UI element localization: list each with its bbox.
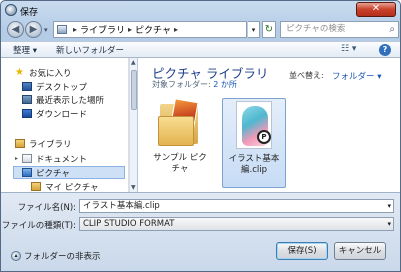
library-icon — [15, 139, 25, 148]
scroll-up-icon[interactable]: ▲ — [131, 59, 136, 66]
chevron-down-icon: ▾ — [251, 26, 256, 34]
downloads-icon — [22, 109, 32, 118]
filetype-select[interactable]: CLIP STUDIO FORMAT ▾ — [79, 217, 394, 231]
filename-label: ファイル名(N): — [17, 203, 76, 213]
chevron-down-icon: ▾ — [387, 220, 391, 228]
save-form: ファイル名(N): イラスト基本編.clip ▾ ファイルの種類(T): CLI… — [1, 192, 400, 271]
filename-field[interactable]: イラスト基本編.clip ▾ — [79, 199, 394, 213]
address-dropdown-button[interactable]: ▾ — [248, 21, 260, 38]
help-icon[interactable]: ? — [379, 44, 391, 56]
organize-menu[interactable]: 整理 ▾ — [13, 44, 37, 56]
scrollbar-thumb[interactable] — [131, 70, 137, 110]
library-locations-label: 対象フォルダー: — [152, 80, 214, 89]
sidebar-item-pictures[interactable]: ピクチャ — [13, 166, 125, 179]
collapse-icon: ▴ — [11, 251, 21, 261]
library-locations-link[interactable]: 2 か所 — [213, 80, 237, 89]
sidebar-item-label: ドキュメント — [36, 154, 88, 165]
star-icon: ★ — [15, 67, 24, 78]
breadcrumb-separator[interactable]: ▸ — [174, 25, 178, 34]
new-folder-button[interactable]: 新しいフォルダー — [56, 44, 124, 56]
hide-folders-label: フォルダーの非表示 — [24, 252, 101, 262]
sidebar-item-recent-places[interactable]: 最近表示した場所 — [22, 93, 104, 106]
filetype-label: ファイルの種類(T): — [1, 221, 76, 231]
clip-studio-badge-icon: P — [257, 130, 271, 144]
navigation-pane: ★ お気に入り デスクトップ 最近表示した場所 ダウンロード ライブラリ ▸ ド… — [1, 58, 129, 192]
filename-value: イラスト基本編.clip — [83, 201, 160, 211]
close-button[interactable]: ✕ — [356, 2, 396, 17]
sidebar-item-libraries[interactable]: ライブラリ — [15, 137, 72, 150]
sidebar-item-desktop[interactable]: デスクトップ — [22, 80, 87, 93]
window-title: 保存 — [20, 8, 39, 18]
breadcrumb-separator[interactable]: ▸ — [73, 25, 77, 34]
file-list-pane: ピクチャ ライブラリ 対象フォルダー: 2 か所 並べ替え: フォルダー ▾ サ… — [138, 58, 400, 192]
recent-pages-dropdown[interactable]: ▾ — [44, 26, 48, 34]
close-icon: ✕ — [371, 3, 381, 14]
sidebar-item-documents[interactable]: ▸ ドキュメント — [15, 152, 87, 165]
expand-arrow-icon[interactable]: ▸ — [15, 155, 18, 162]
desktop-icon — [22, 82, 32, 91]
folder-front-icon — [158, 116, 194, 146]
sort-label: 並べ替え: — [289, 71, 324, 80]
forward-arrow-icon: ▶ — [29, 24, 38, 35]
sidebar-item-label: 最近表示した場所 — [36, 95, 105, 106]
search-input[interactable]: ピクチャの検索 ⌕ — [280, 21, 399, 38]
sidebar-item-favorites[interactable]: ★ お気に入り — [15, 66, 72, 79]
address-bar[interactable]: ▸ ライブラリ ▸ ピクチャ ▸ — [53, 21, 247, 38]
refresh-icon: ↻ — [264, 24, 274, 35]
sidebar-item-label: ライブラリ — [29, 139, 72, 150]
save-button[interactable]: 保存(S) — [276, 242, 328, 260]
back-arrow-icon: ◀ — [11, 24, 20, 35]
hide-folders-toggle[interactable]: ▴ フォルダーの非表示 — [11, 250, 101, 262]
sidebar-item-label: マイ ピクチャ — [45, 182, 99, 193]
file-name: イラスト基本編.clip — [228, 154, 280, 175]
view-options-icon[interactable]: ☷ ▾ — [341, 44, 356, 54]
back-button[interactable]: ◀ — [7, 21, 24, 38]
sidebar-item-downloads[interactable]: ダウンロード — [22, 107, 87, 120]
search-icon: ⌕ — [389, 24, 395, 35]
location-icon — [57, 25, 67, 34]
search-placeholder: ピクチャの検索 — [286, 24, 346, 34]
file-item-clip[interactable]: P イラスト基本編.clip — [222, 98, 286, 188]
recent-places-icon — [22, 95, 32, 104]
sort-dropdown[interactable]: フォルダー ▾ — [332, 70, 381, 82]
refresh-button[interactable]: ↻ — [262, 21, 276, 38]
chevron-down-icon[interactable]: ▾ — [387, 200, 391, 212]
navigation-scrollbar[interactable]: ▲ ▼ — [129, 58, 137, 192]
clip-file-icon: P — [236, 101, 272, 149]
documents-icon — [22, 154, 33, 163]
sidebar-item-label: ピクチャ — [36, 168, 70, 179]
command-toolbar: 整理 ▾ 新しいフォルダー ☷ ▾ ? — [1, 41, 400, 58]
file-name: サンプル ピクチャ — [153, 153, 207, 174]
sidebar-item-label: お気に入り — [29, 68, 72, 79]
pictures-icon — [22, 168, 32, 177]
sidebar-item-label: デスクトップ — [36, 82, 88, 93]
filetype-value: CLIP STUDIO FORMAT — [83, 219, 175, 229]
title-bar: 保存 ✕ — [1, 1, 400, 21]
library-locations: 対象フォルダー: 2 か所 — [152, 79, 237, 90]
app-icon — [5, 4, 17, 16]
scroll-down-icon[interactable]: ▼ — [131, 184, 136, 191]
navigation-bar: ◀ ▶ ▾ ▸ ライブラリ ▸ ピクチャ ▸ ▾ ↻ ピクチャの検索 ⌕ — [3, 19, 399, 41]
save-dialog: 保存 ✕ ◀ ▶ ▾ ▸ ライブラリ ▸ ピクチャ ▸ ▾ ↻ ピクチャの検索 … — [0, 0, 401, 272]
breadcrumb-library[interactable]: ライブラリ — [80, 23, 125, 36]
my-pictures-icon — [31, 182, 41, 191]
breadcrumb-separator[interactable]: ▸ — [128, 25, 132, 34]
forward-button[interactable]: ▶ — [25, 21, 42, 38]
sidebar-item-label: ダウンロード — [36, 109, 88, 120]
sidebar-item-my-pictures[interactable]: マイ ピクチャ — [31, 180, 99, 192]
cancel-button[interactable]: キャンセル — [334, 242, 386, 260]
breadcrumb-pictures[interactable]: ピクチャ — [135, 23, 171, 36]
file-item-sample-pictures[interactable]: サンプル ピクチャ — [152, 98, 208, 188]
